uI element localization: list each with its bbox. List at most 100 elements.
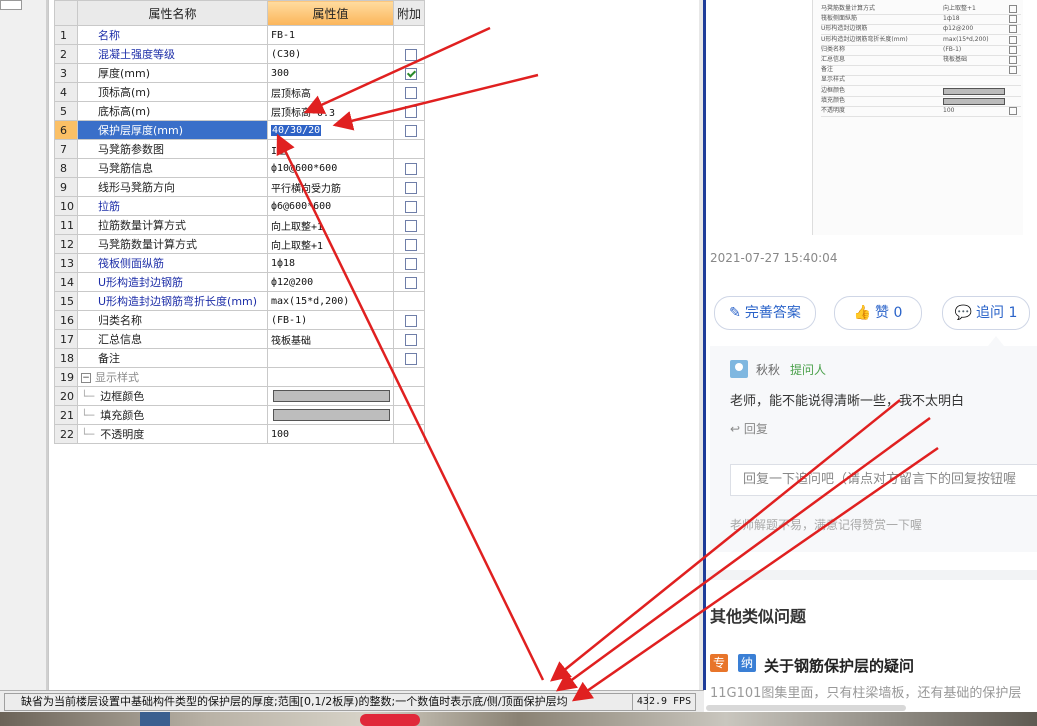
extra-checkbox[interactable] bbox=[405, 314, 417, 327]
property-name[interactable]: 筏板侧面纵筋 bbox=[77, 253, 268, 273]
extra-checkbox[interactable] bbox=[405, 181, 417, 194]
property-name[interactable]: 马凳筋参数图 bbox=[77, 139, 268, 159]
property-name[interactable]: 汇总信息 bbox=[77, 329, 268, 349]
property-value[interactable]: 平行横向受力筋 bbox=[267, 177, 394, 197]
property-name[interactable]: 厚度(mm) bbox=[77, 63, 268, 83]
table-row[interactable]: 1 名称 FB-1 bbox=[54, 25, 426, 45]
extra-checkbox[interactable] bbox=[405, 162, 417, 175]
property-value[interactable]: ф6@600*600 bbox=[267, 196, 394, 216]
table-row[interactable]: 19− 显示样式 bbox=[54, 367, 426, 387]
table-row[interactable]: 20 └─ 边框颜色 bbox=[54, 386, 426, 406]
table-row[interactable]: 22 └─ 不透明度 100 bbox=[54, 424, 426, 444]
property-name[interactable]: 备注 bbox=[77, 348, 268, 368]
property-name[interactable]: 名称 bbox=[77, 25, 268, 45]
property-value[interactable]: 层顶标高-0.3 bbox=[267, 101, 394, 121]
reply-input[interactable]: 回复一下追问吧（请点对方留言下的回复按钮喔 bbox=[730, 464, 1037, 496]
improve-answer-button[interactable]: ✎ 完善答案 bbox=[714, 296, 816, 330]
property-value[interactable]: 筏板基础 bbox=[267, 329, 394, 349]
table-row[interactable]: 13 筏板侧面纵筋 1ф18 bbox=[54, 253, 426, 273]
similar-question-title[interactable]: 关于钢筋保护层的疑问 bbox=[764, 655, 914, 676]
extra-checkbox[interactable] bbox=[405, 257, 417, 270]
property-value[interactable] bbox=[267, 386, 394, 406]
property-name[interactable]: 马凳筋信息 bbox=[77, 158, 268, 178]
property-value[interactable]: 40/30/20 bbox=[267, 120, 394, 140]
property-name[interactable]: └─ 不透明度 bbox=[77, 424, 268, 444]
table-row[interactable]: 21 └─ 填充颜色 bbox=[54, 405, 426, 425]
extra-checkbox[interactable] bbox=[405, 352, 417, 365]
property-value[interactable]: 100 bbox=[267, 424, 394, 444]
property-name[interactable]: └─ 边框颜色 bbox=[77, 386, 268, 406]
table-row[interactable]: 3 厚度(mm) 300 bbox=[54, 63, 426, 83]
property-name[interactable]: U形构造封边钢筋弯折长度(mm) bbox=[77, 291, 268, 311]
table-row[interactable]: 14 U形构造封边钢筋 ф12@200 bbox=[54, 272, 426, 292]
property-name[interactable]: 保护层厚度(mm) bbox=[77, 120, 268, 140]
property-value[interactable]: FB-1 bbox=[267, 25, 394, 45]
panel-divider[interactable] bbox=[46, 0, 48, 690]
tree-cell[interactable] bbox=[0, 0, 22, 10]
cover-thickness-input[interactable]: 40/30/20 bbox=[271, 124, 322, 136]
color-swatch[interactable] bbox=[273, 390, 390, 402]
extra-header[interactable]: 附加 bbox=[392, 0, 426, 26]
property-value[interactable] bbox=[267, 367, 394, 387]
extra-checkbox[interactable] bbox=[405, 86, 417, 99]
extra-checkbox[interactable] bbox=[405, 276, 417, 289]
extra-checkbox[interactable] bbox=[405, 200, 417, 213]
property-value[interactable]: 300 bbox=[267, 63, 394, 83]
extra-checkbox[interactable] bbox=[405, 238, 417, 251]
extra-checkbox[interactable] bbox=[405, 67, 417, 80]
property-name[interactable]: 混凝土强度等级 bbox=[77, 44, 268, 64]
extra-checkbox[interactable] bbox=[405, 105, 417, 118]
property-value[interactable] bbox=[267, 348, 394, 368]
property-value[interactable]: I型 bbox=[267, 139, 394, 159]
property-name[interactable]: 底标高(m) bbox=[77, 101, 268, 121]
color-swatch[interactable] bbox=[273, 409, 390, 421]
like-button[interactable]: 👍 赞 0 bbox=[834, 296, 922, 330]
table-row[interactable]: 6 保护层厚度(mm) 40/30/20 bbox=[54, 120, 426, 140]
property-value[interactable]: 1ф18 bbox=[267, 253, 394, 273]
collapse-icon[interactable]: − bbox=[81, 373, 91, 383]
property-value[interactable]: 向上取整+1 bbox=[267, 215, 394, 235]
table-row[interactable]: 9 线形马凳筋方向 平行横向受力筋 bbox=[54, 177, 426, 197]
screenshot-thumbnail[interactable]: 马凳筋数量计算方式 向上取整+1 筏板侧面纵筋 1ф18 U形构造封边钢筋 ф12@200… bbox=[812, 0, 1023, 235]
extra-checkbox[interactable] bbox=[405, 333, 417, 346]
extra-checkbox[interactable] bbox=[405, 124, 417, 137]
property-value[interactable] bbox=[267, 405, 394, 425]
horizontal-scrollbar[interactable] bbox=[706, 705, 906, 711]
property-name[interactable]: − 显示样式 bbox=[77, 367, 268, 387]
comment-username[interactable]: 秋秋 bbox=[756, 361, 780, 378]
vertical-scrollbar[interactable] bbox=[699, 0, 703, 690]
avatar[interactable] bbox=[730, 360, 748, 378]
property-value[interactable]: 层顶标高 bbox=[267, 82, 394, 102]
property-value-header[interactable]: 属性值 bbox=[267, 0, 394, 26]
property-value[interactable]: ф12@200 bbox=[267, 272, 394, 292]
property-name[interactable]: └─ 填充颜色 bbox=[77, 405, 268, 425]
property-name[interactable]: 拉筋数量计算方式 bbox=[77, 215, 268, 235]
table-row[interactable]: 12 马凳筋数量计算方式 向上取整+1 bbox=[54, 234, 426, 254]
similar-question-desc[interactable]: 11G101图集里面，只有柱梁墙板，还有基础的保护层 bbox=[710, 682, 1021, 701]
table-row[interactable]: 18 备注 bbox=[54, 348, 426, 368]
table-row[interactable]: 10 拉筋 ф6@600*600 bbox=[54, 196, 426, 216]
property-value[interactable]: ф10@600*600 bbox=[267, 158, 394, 178]
property-name[interactable]: 马凳筋数量计算方式 bbox=[77, 234, 268, 254]
followup-button[interactable]: 💬 追问 1 bbox=[942, 296, 1030, 330]
table-row[interactable]: 16 归类名称 (FB-1) bbox=[54, 310, 426, 330]
property-name[interactable]: 拉筋 bbox=[77, 196, 268, 216]
property-name[interactable]: 线形马凳筋方向 bbox=[77, 177, 268, 197]
table-row[interactable]: 5 底标高(m) 层顶标高-0.3 bbox=[54, 101, 426, 121]
table-row[interactable]: 8 马凳筋信息 ф10@600*600 bbox=[54, 158, 426, 178]
reply-link[interactable]: ↩ 回复 bbox=[730, 420, 768, 437]
property-value[interactable]: (FB-1) bbox=[267, 310, 394, 330]
property-name-header[interactable]: 属性名称 bbox=[77, 0, 268, 26]
table-row[interactable]: 2 混凝土强度等级 (C30) bbox=[54, 44, 426, 64]
property-name[interactable]: 归类名称 bbox=[77, 310, 268, 330]
table-row[interactable]: 15 U形构造封边钢筋弯折长度(mm) max(15*d,200) bbox=[54, 291, 426, 311]
extra-checkbox[interactable] bbox=[405, 219, 417, 232]
table-row[interactable]: 7 马凳筋参数图 I型 bbox=[54, 139, 426, 159]
property-value[interactable]: (C30) bbox=[267, 44, 394, 64]
property-value[interactable]: 向上取整+1 bbox=[267, 234, 394, 254]
property-name[interactable]: 顶标高(m) bbox=[77, 82, 268, 102]
extra-checkbox[interactable] bbox=[405, 48, 417, 61]
property-value[interactable]: max(15*d,200) bbox=[267, 291, 394, 311]
table-row[interactable]: 4 顶标高(m) 层顶标高 bbox=[54, 82, 426, 102]
property-name[interactable]: U形构造封边钢筋 bbox=[77, 272, 268, 292]
